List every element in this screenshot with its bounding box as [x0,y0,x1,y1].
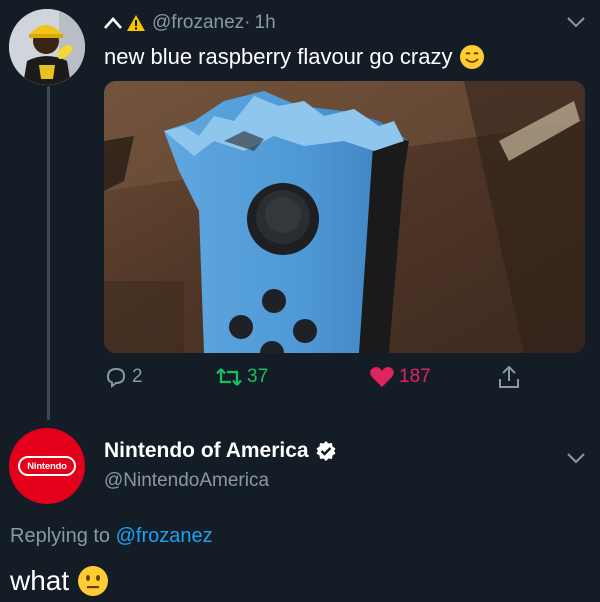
tweet-text-body: new blue raspberry flavour go crazy [104,44,453,69]
nintendo-avatar[interactable]: Nintendo [9,428,85,504]
nintendo-logo: Nintendo [18,456,76,476]
tweet-header: @frozanez · 1h [104,10,276,36]
retweet-button[interactable]: 37 [215,362,268,392]
display-name[interactable] [104,14,146,32]
replying-to-label: Replying to [10,525,111,547]
reply-display-name[interactable]: Nintendo of America [104,439,337,463]
chevron-down-icon[interactable] [563,12,589,32]
chevron-up-icon [104,17,122,29]
share-button[interactable] [496,362,522,392]
tweet-handle[interactable]: @frozanez [152,12,244,34]
replying-to-link[interactable]: @frozanez [116,525,213,547]
tweet-photo[interactable] [104,81,585,353]
reply-text-body: what [10,565,70,596]
retweet-count: 37 [247,366,269,387]
reply-icon [106,367,126,388]
reply-display-name-text: Nintendo of America [104,439,309,462]
thread-connector-line [47,86,50,420]
reply-button[interactable]: 2 [104,362,143,392]
tweet-time[interactable]: 1h [255,12,276,34]
smiling-face-emoji-icon [459,45,484,69]
heart-icon [370,367,394,387]
tweet-text: new blue raspberry flavour go crazy [104,44,485,70]
like-count: 187 [399,366,431,387]
replying-to-line: Replying to @frozanez [10,525,213,548]
avatar-illustration [9,9,85,85]
tweet-actions: 2 37 187 [104,362,544,392]
reply-chevron-down-icon[interactable] [563,448,589,468]
neutral-face-emoji-icon [78,566,109,596]
share-icon [499,365,519,388]
verified-badge-icon [316,441,336,461]
like-button[interactable]: 187 [369,362,431,392]
retweet-icon [216,368,242,386]
avatar[interactable] [9,9,85,85]
joycon-photo [104,81,585,353]
warning-icon [127,15,145,31]
reply-text: what [10,565,109,597]
reply-count: 2 [132,366,143,387]
reply-handle[interactable]: @NintendoAmerica [104,470,269,492]
header-separator: · [244,12,251,33]
